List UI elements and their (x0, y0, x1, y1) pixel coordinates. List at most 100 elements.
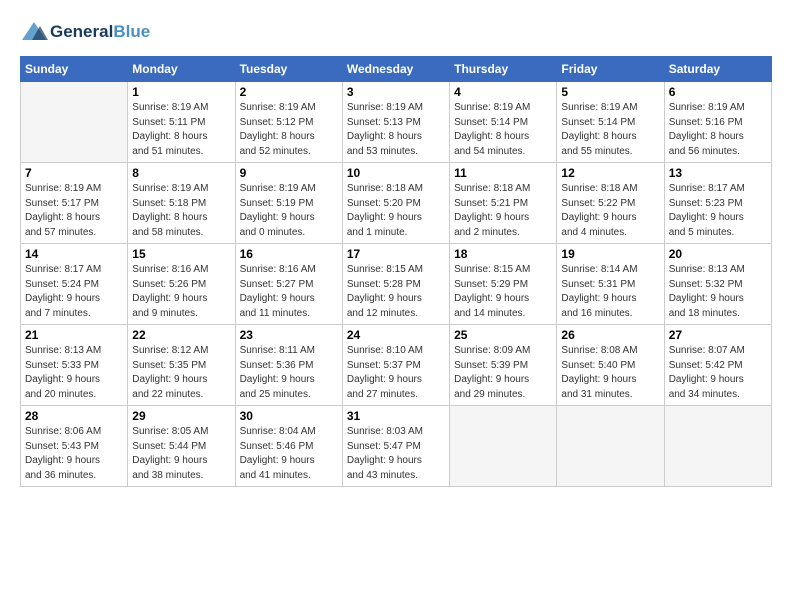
calendar-cell: 30Sunrise: 8:04 AMSunset: 5:46 PMDayligh… (235, 406, 342, 487)
calendar-cell: 18 Sunrise: 8:15 AMSunset: 5:29 PMDayligh… (450, 244, 557, 325)
day-number: 7 (25, 166, 123, 180)
day-info: Sunrise: 8:18 AMSunset: 5:20 PMDaylight:… (347, 182, 445, 240)
day-info: Sunrise: 8:10 AMSunset: 5:37 PMDaylight:… (347, 344, 445, 402)
calendar-cell: 11Sunrise: 8:18 AMSunset: 5:21 PMDayligh… (450, 163, 557, 244)
calendar-cell: 25Sunrise: 8:09 AMSunset: 5:39 PMDayligh… (450, 325, 557, 406)
day-number: 24 (347, 328, 445, 342)
day-info: Sunrise: 8:13 AMSunset: 5:33 PMDaylight:… (25, 344, 123, 402)
logo-icon (20, 18, 48, 46)
calendar-cell: 19 Sunrise: 8:14 AMSunset: 5:31 PMDayligh… (557, 244, 664, 325)
day-info: Sunrise: 8:19 AMSunset: 5:14 PMDaylight:… (561, 101, 659, 159)
day-number: 21 (25, 328, 123, 342)
day-info: Sunrise: 8:16 AMSunset: 5:26 PMDaylight:… (132, 263, 230, 321)
day-info: Sunrise: 8:19 AMSunset: 5:13 PMDaylight:… (347, 101, 445, 159)
day-number: 5 (561, 85, 659, 99)
logo-text: GeneralBlue (50, 23, 150, 42)
calendar-cell: 26Sunrise: 8:08 AMSunset: 5:40 PMDayligh… (557, 325, 664, 406)
day-number: 25 (454, 328, 552, 342)
day-number: 27 (669, 328, 767, 342)
logo: GeneralBlue (20, 18, 150, 46)
day-info: Sunrise: 8:15 AMSunset: 5:29 PMDaylight:… (454, 263, 552, 321)
day-number: 29 (132, 409, 230, 423)
day-number: 28 (25, 409, 123, 423)
day-of-week-header: Tuesday (235, 57, 342, 82)
day-of-week-header: Saturday (664, 57, 771, 82)
calendar-cell: 12 Sunrise: 8:18 AMSunset: 5:22 PMDayligh… (557, 163, 664, 244)
day-number: 6 (669, 85, 767, 99)
day-number: 15 (132, 247, 230, 261)
day-number: 1 (132, 85, 230, 99)
day-number: 16 (240, 247, 338, 261)
day-info: Sunrise: 8:13 AMSunset: 5:32 PMDaylight:… (669, 263, 767, 321)
calendar-cell: 1 Sunrise: 8:19 AMSunset: 5:11 PMDaylight… (128, 82, 235, 163)
day-info: Sunrise: 8:12 AMSunset: 5:35 PMDaylight:… (132, 344, 230, 402)
calendar-cell: 7 Sunrise: 8:19 AMSunset: 5:17 PMDaylight… (21, 163, 128, 244)
day-info: Sunrise: 8:05 AMSunset: 5:44 PMDaylight:… (132, 425, 230, 483)
day-of-week-header: Wednesday (342, 57, 449, 82)
day-number: 2 (240, 85, 338, 99)
day-number: 31 (347, 409, 445, 423)
calendar-cell (664, 406, 771, 487)
day-number: 23 (240, 328, 338, 342)
day-of-week-header: Monday (128, 57, 235, 82)
day-info: Sunrise: 8:19 AMSunset: 5:19 PMDaylight:… (240, 182, 338, 240)
day-info: Sunrise: 8:11 AMSunset: 5:36 PMDaylight:… (240, 344, 338, 402)
day-number: 3 (347, 85, 445, 99)
calendar-cell: 31 Sunrise: 8:03 AMSunset: 5:47 PMDayligh… (342, 406, 449, 487)
day-of-week-header: Friday (557, 57, 664, 82)
day-number: 9 (240, 166, 338, 180)
calendar-cell: 24 Sunrise: 8:10 AMSunset: 5:37 PMDayligh… (342, 325, 449, 406)
day-info: Sunrise: 8:15 AMSunset: 5:28 PMDaylight:… (347, 263, 445, 321)
calendar-cell: 27Sunrise: 8:07 AMSunset: 5:42 PMDayligh… (664, 325, 771, 406)
day-number: 4 (454, 85, 552, 99)
day-info: Sunrise: 8:17 AMSunset: 5:24 PMDaylight:… (25, 263, 123, 321)
calendar-cell (557, 406, 664, 487)
calendar-week-row: 21 Sunrise: 8:13 AMSunset: 5:33 PMDayligh… (21, 325, 772, 406)
calendar-cell: 3 Sunrise: 8:19 AMSunset: 5:13 PMDaylight… (342, 82, 449, 163)
calendar-week-row: 28Sunrise: 8:06 AMSunset: 5:43 PMDayligh… (21, 406, 772, 487)
day-number: 14 (25, 247, 123, 261)
day-number: 17 (347, 247, 445, 261)
day-number: 18 (454, 247, 552, 261)
day-number: 19 (561, 247, 659, 261)
calendar-cell: 16 Sunrise: 8:16 AMSunset: 5:27 PMDayligh… (235, 244, 342, 325)
calendar-cell: 17 Sunrise: 8:15 AMSunset: 5:28 PMDayligh… (342, 244, 449, 325)
day-info: Sunrise: 8:17 AMSunset: 5:23 PMDaylight:… (669, 182, 767, 240)
day-number: 20 (669, 247, 767, 261)
day-info: Sunrise: 8:18 AMSunset: 5:22 PMDaylight:… (561, 182, 659, 240)
day-of-week-header: Sunday (21, 57, 128, 82)
calendar: SundayMondayTuesdayWednesdayThursdayFrid… (20, 56, 772, 487)
calendar-cell: 14 Sunrise: 8:17 AMSunset: 5:24 PMDayligh… (21, 244, 128, 325)
header: GeneralBlue (20, 18, 772, 46)
day-info: Sunrise: 8:19 AMSunset: 5:17 PMDaylight:… (25, 182, 123, 240)
calendar-cell: 9 Sunrise: 8:19 AMSunset: 5:19 PMDaylight… (235, 163, 342, 244)
day-info: Sunrise: 8:16 AMSunset: 5:27 PMDaylight:… (240, 263, 338, 321)
day-number: 22 (132, 328, 230, 342)
day-info: Sunrise: 8:19 AMSunset: 5:14 PMDaylight:… (454, 101, 552, 159)
day-info: Sunrise: 8:19 AMSunset: 5:18 PMDaylight:… (132, 182, 230, 240)
calendar-cell: 5 Sunrise: 8:19 AMSunset: 5:14 PMDaylight… (557, 82, 664, 163)
calendar-cell: 13 Sunrise: 8:17 AMSunset: 5:23 PMDayligh… (664, 163, 771, 244)
day-number: 12 (561, 166, 659, 180)
day-info: Sunrise: 8:14 AMSunset: 5:31 PMDaylight:… (561, 263, 659, 321)
calendar-week-row: 1 Sunrise: 8:19 AMSunset: 5:11 PMDaylight… (21, 82, 772, 163)
day-info: Sunrise: 8:03 AMSunset: 5:47 PMDaylight:… (347, 425, 445, 483)
day-number: 26 (561, 328, 659, 342)
calendar-cell: 29 Sunrise: 8:05 AMSunset: 5:44 PMDayligh… (128, 406, 235, 487)
calendar-week-row: 7 Sunrise: 8:19 AMSunset: 5:17 PMDaylight… (21, 163, 772, 244)
calendar-cell: 15 Sunrise: 8:16 AMSunset: 5:26 PMDayligh… (128, 244, 235, 325)
calendar-cell: 23 Sunrise: 8:11 AMSunset: 5:36 PMDayligh… (235, 325, 342, 406)
calendar-cell: 8Sunrise: 8:19 AMSunset: 5:18 PMDaylight… (128, 163, 235, 244)
calendar-week-row: 14 Sunrise: 8:17 AMSunset: 5:24 PMDayligh… (21, 244, 772, 325)
calendar-cell (21, 82, 128, 163)
day-info: Sunrise: 8:04 AMSunset: 5:46 PMDaylight:… (240, 425, 338, 483)
calendar-cell: 2 Sunrise: 8:19 AMSunset: 5:12 PMDaylight… (235, 82, 342, 163)
day-number: 13 (669, 166, 767, 180)
day-number: 11 (454, 166, 552, 180)
calendar-cell: 21 Sunrise: 8:13 AMSunset: 5:33 PMDayligh… (21, 325, 128, 406)
calendar-cell: 20 Sunrise: 8:13 AMSunset: 5:32 PMDayligh… (664, 244, 771, 325)
calendar-cell: 4 Sunrise: 8:19 AMSunset: 5:14 PMDaylight… (450, 82, 557, 163)
day-info: Sunrise: 8:19 AMSunset: 5:11 PMDaylight:… (132, 101, 230, 159)
day-info: Sunrise: 8:19 AMSunset: 5:12 PMDaylight:… (240, 101, 338, 159)
calendar-cell (450, 406, 557, 487)
